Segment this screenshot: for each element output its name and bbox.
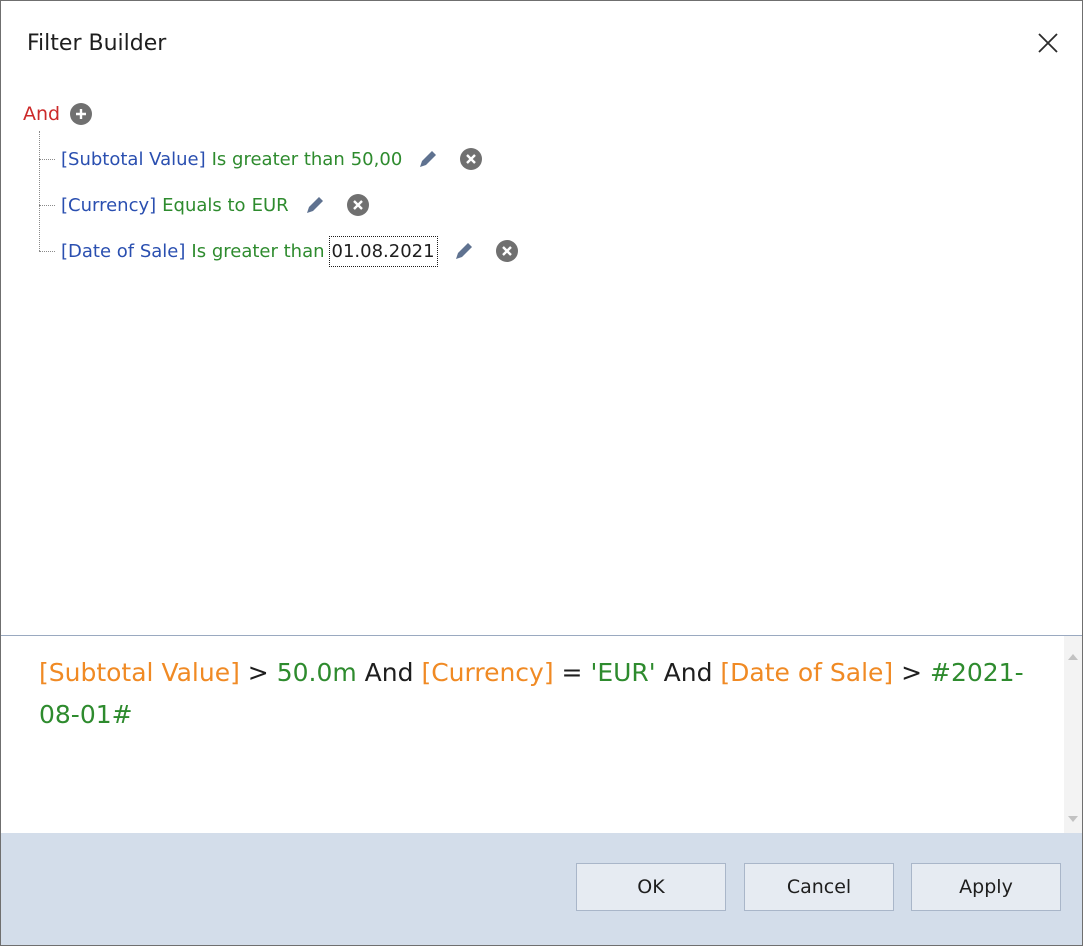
expr-field: [Subtotal Value] <box>39 658 240 687</box>
dialog-footer: OK Cancel Apply <box>1 833 1082 945</box>
expr-operator: > <box>893 658 931 687</box>
cancel-button[interactable]: Cancel <box>744 863 894 911</box>
pencil-icon <box>306 197 323 213</box>
apply-button[interactable]: Apply <box>911 863 1061 911</box>
pencil-icon <box>455 243 472 259</box>
pencil-icon <box>420 151 437 167</box>
condition-field[interactable]: [Subtotal Value] <box>61 149 206 170</box>
expr-field: [Date of Sale] <box>720 658 894 687</box>
filter-expression-editor[interactable]: [Subtotal Value] > 50.0m And [Currency] … <box>1 635 1082 835</box>
condition-value[interactable]: 50,00 <box>351 149 403 170</box>
scroll-up-arrow-icon[interactable] <box>1068 654 1078 660</box>
expr-field: [Currency] <box>421 658 554 687</box>
expr-keyword: And <box>356 658 422 687</box>
condition-row: [Subtotal Value] Is greater than 50,00 <box>39 143 483 175</box>
remove-condition-button[interactable] <box>460 148 483 170</box>
condition-value[interactable]: EUR <box>252 195 289 216</box>
edit-condition-button[interactable] <box>452 239 476 263</box>
condition-row: [Date of Sale] Is greater than 01.08.202… <box>39 235 518 267</box>
title-bar: Filter Builder <box>1 1 1082 89</box>
filter-tree: And [Subtotal Value] Is greater than 50,… <box>1 89 1082 635</box>
tree-branch <box>39 158 55 160</box>
tree-branch <box>39 250 55 252</box>
condition-value-editor[interactable]: 01.08.2021 <box>328 235 438 267</box>
remove-condition-button[interactable] <box>495 240 518 262</box>
remove-icon <box>501 246 512 256</box>
group-operator[interactable]: And <box>23 103 60 125</box>
filter-builder-dialog: Filter Builder And [Subtotal Value] Is g… <box>0 0 1083 946</box>
remove-condition-button[interactable] <box>346 194 369 216</box>
close-icon <box>1038 33 1058 53</box>
expr-operator: = <box>553 658 591 687</box>
edit-condition-button[interactable] <box>303 193 327 217</box>
condition-operator[interactable]: Equals to <box>162 195 245 216</box>
expr-operator: > <box>239 658 277 687</box>
edit-condition-button[interactable] <box>416 147 440 171</box>
expression-scrollbar[interactable] <box>1064 636 1082 834</box>
scroll-down-arrow-icon[interactable] <box>1068 816 1078 822</box>
remove-icon <box>466 154 477 164</box>
condition-field[interactable]: [Currency] <box>61 195 156 216</box>
group-row: And <box>23 99 93 129</box>
expr-value: 50.0m <box>276 658 357 687</box>
tree-branch <box>39 204 55 206</box>
close-button[interactable] <box>1028 23 1068 63</box>
filter-expression-text[interactable]: [Subtotal Value] > 50.0m And [Currency] … <box>39 652 1029 736</box>
expr-keyword: And <box>655 658 721 687</box>
remove-icon <box>352 200 363 210</box>
ok-button[interactable]: OK <box>576 863 726 911</box>
plus-icon <box>76 109 87 119</box>
condition-operator[interactable]: Is greater than <box>212 149 345 170</box>
condition-field[interactable]: [Date of Sale] <box>61 241 185 262</box>
expr-value: 'EUR' <box>590 658 656 687</box>
add-condition-button[interactable] <box>70 103 93 125</box>
condition-row: [Currency] Equals to EUR <box>39 189 369 221</box>
condition-operator[interactable]: Is greater than <box>191 241 324 262</box>
dialog-title: Filter Builder <box>27 31 167 56</box>
